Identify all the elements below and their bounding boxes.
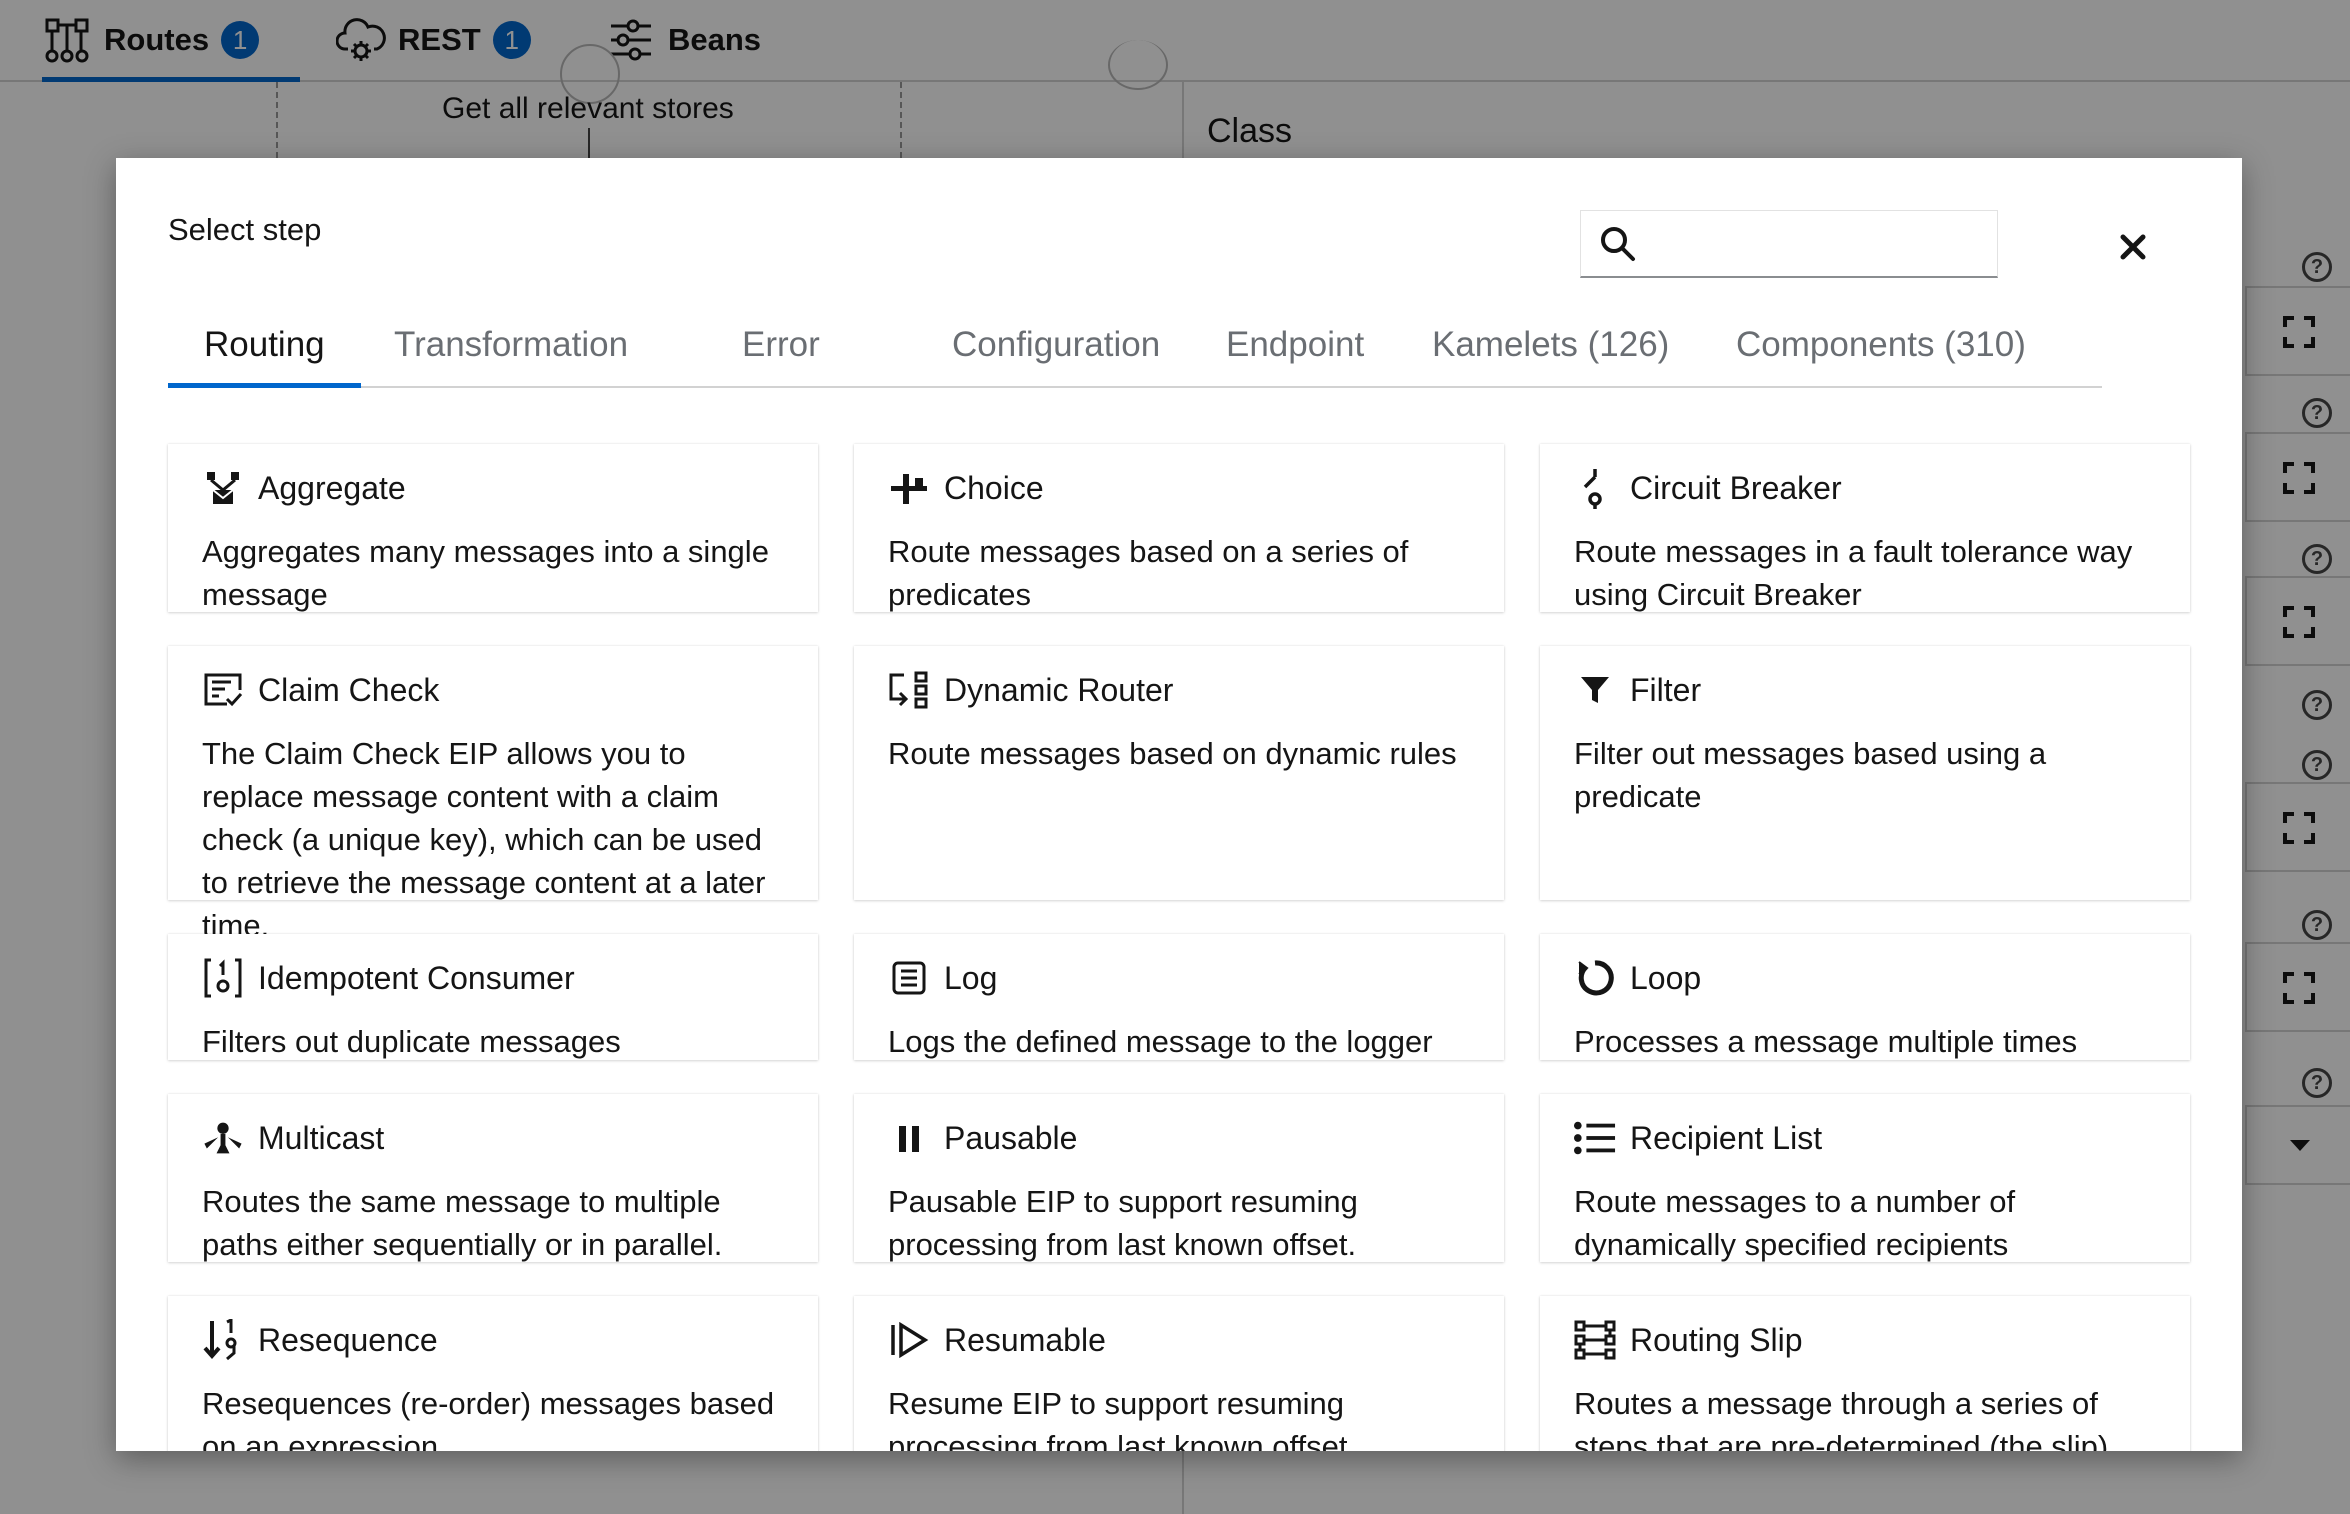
resequence-icon (202, 1319, 244, 1361)
card-description: Routes the same message to multiple path… (202, 1184, 723, 1262)
step-card-recipient-list[interactable]: Recipient List Route messages to a numbe… (1540, 1094, 2190, 1262)
tab-configuration[interactable]: Configuration (952, 304, 1160, 386)
card-title: Resequence (258, 1321, 438, 1358)
pause-icon (888, 1117, 930, 1159)
card-description: Filters out duplicate messages (202, 1024, 621, 1059)
step-card-pausable[interactable]: Pausable Pausable EIP to support resumin… (854, 1094, 1504, 1262)
search-field[interactable] (1580, 210, 1998, 278)
card-title: Dynamic Router (944, 671, 1174, 708)
card-title: Choice (944, 469, 1044, 506)
step-card-idempotent-consumer[interactable]: Idempotent Consumer Filters out duplicat… (168, 934, 818, 1060)
tab-label: Configuration (952, 325, 1161, 364)
card-description: Resequences (re-order) messages based on… (202, 1386, 775, 1451)
tab-label: Routing (204, 325, 325, 364)
card-description: Routes a message through a series of ste… (1574, 1386, 2109, 1451)
tab-label: Error (742, 325, 820, 364)
tab-error[interactable]: Error (742, 304, 820, 386)
search-input[interactable] (1647, 219, 1991, 269)
select-step-modal: Select step Routing Transformation Error… (116, 158, 2242, 1451)
tab-kamelets[interactable]: Kamelets (126) (1432, 304, 1669, 386)
step-card-circuit-breaker[interactable]: Circuit Breaker Route messages in a faul… (1540, 444, 2190, 612)
card-title: Routing Slip (1630, 1321, 1803, 1358)
card-description: Filter out messages based using a predic… (1574, 736, 2047, 814)
card-title: Recipient List (1630, 1119, 1823, 1156)
tab-components[interactable]: Components (310) (1736, 304, 2026, 386)
step-card-aggregate[interactable]: Aggregate Aggregates many messages into … (168, 444, 818, 612)
card-title: Claim Check (258, 671, 440, 708)
tab-label: Kamelets (126) (1432, 325, 1670, 364)
filter-icon (1574, 669, 1616, 711)
step-card-resumable[interactable]: Resumable Resume EIP to support resuming… (854, 1296, 1504, 1451)
step-card-choice[interactable]: Choice Route messages based on a series … (854, 444, 1504, 612)
aggregate-icon (202, 467, 244, 509)
multicast-icon (202, 1117, 244, 1159)
close-icon (2120, 234, 2146, 260)
card-description: Route messages to a number of dynamicall… (1574, 1184, 2016, 1262)
routing-slip-icon (1574, 1319, 1616, 1361)
step-card-resequence[interactable]: Resequence Resequences (re-order) messag… (168, 1296, 818, 1451)
search-icon (1599, 225, 1637, 268)
log-icon (888, 957, 930, 999)
card-title: Resumable (944, 1321, 1106, 1358)
card-description: Route messages based on a series of pred… (888, 534, 1409, 612)
step-card-dynamic-router[interactable]: Dynamic Router Route messages based on d… (854, 646, 1504, 900)
card-description: Route messages in a fault tolerance way … (1574, 534, 2133, 612)
card-description: Route messages based on dynamic rules (888, 736, 1457, 771)
card-description: The Claim Check EIP allows you to replac… (202, 736, 766, 943)
resumable-icon (888, 1319, 930, 1361)
step-card-log[interactable]: Log Logs the defined message to the logg… (854, 934, 1504, 1060)
card-description: Resume EIP to support resuming processin… (888, 1386, 1348, 1451)
card-description: Logs the defined message to the logger (888, 1024, 1433, 1059)
step-card-filter[interactable]: Filter Filter out messages based using a… (1540, 646, 2190, 900)
step-card-claim-check[interactable]: Claim Check The Claim Check EIP allows y… (168, 646, 818, 943)
card-title: Log (944, 959, 998, 996)
loop-icon (1574, 957, 1616, 999)
tab-routing[interactable]: Routing (168, 304, 361, 388)
card-description: Processes a message multiple times (1574, 1024, 2078, 1059)
card-title: Filter (1630, 671, 1702, 708)
dynamic-router-icon (888, 669, 930, 711)
card-title: Aggregate (258, 469, 406, 506)
circuit-breaker-icon (1574, 467, 1616, 509)
modal-title: Select step (168, 212, 322, 247)
idempotent-consumer-icon (202, 957, 244, 999)
tab-label: Endpoint (1226, 325, 1365, 364)
card-title: Idempotent Consumer (258, 959, 575, 996)
card-title: Circuit Breaker (1630, 469, 1842, 506)
choice-icon (888, 467, 930, 509)
close-button[interactable] (2112, 226, 2154, 268)
recipient-list-icon (1574, 1117, 1616, 1159)
card-description: Aggregates many messages into a single m… (202, 534, 769, 612)
step-card-routing-slip[interactable]: Routing Slip Routes a message through a … (1540, 1296, 2190, 1451)
tab-endpoint[interactable]: Endpoint (1226, 304, 1364, 386)
card-title: Pausable (944, 1119, 1078, 1156)
tab-label: Transformation (394, 325, 629, 364)
claim-check-icon (202, 669, 244, 711)
card-description: Pausable EIP to support resuming process… (888, 1184, 1358, 1262)
step-card-multicast[interactable]: Multicast Routes the same message to mul… (168, 1094, 818, 1262)
card-title: Loop (1630, 959, 1702, 996)
step-card-loop[interactable]: Loop Processes a message multiple times (1540, 934, 2190, 1060)
tab-transformation[interactable]: Transformation (394, 304, 628, 386)
step-card-grid: Aggregate Aggregates many messages into … (168, 444, 2228, 1451)
card-title: Multicast (258, 1119, 385, 1156)
step-category-tabs: Routing Transformation Error Configurati… (168, 304, 2102, 388)
tab-label: Components (310) (1736, 325, 2026, 364)
